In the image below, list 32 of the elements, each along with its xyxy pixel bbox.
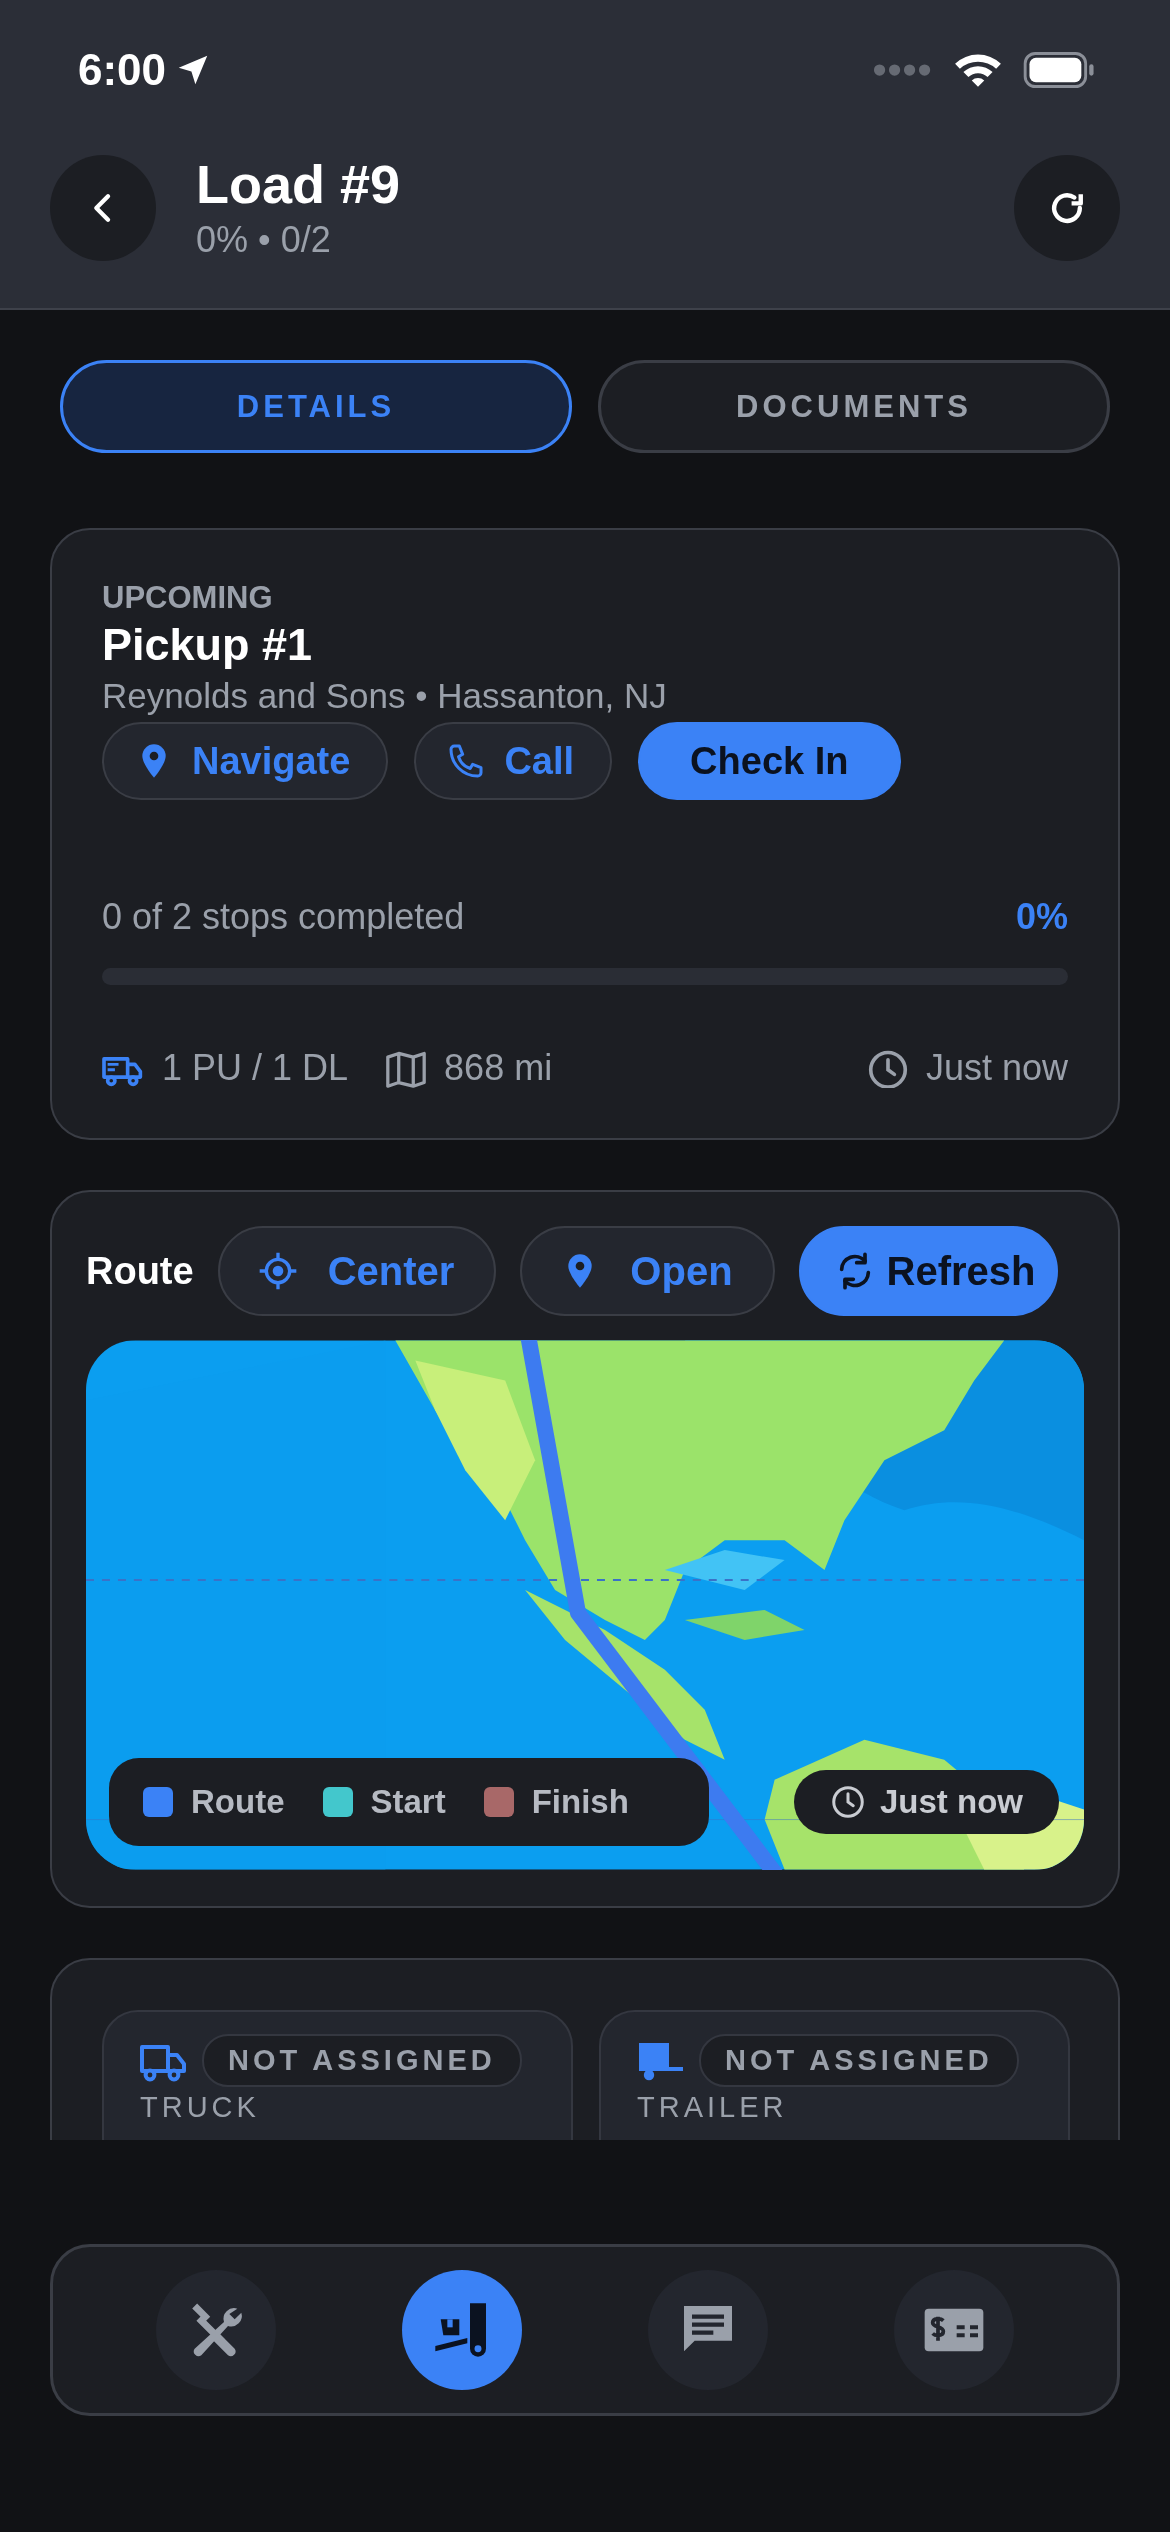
navigate-button[interactable]: Navigate [102,722,389,800]
signal-icon [873,63,933,77]
center-button[interactable]: Center [217,1226,497,1316]
legend-label: Start [370,1783,446,1821]
stat-text: Just now [925,1047,1068,1089]
load-title: Load #9 [196,153,402,216]
load-subtitle: 0% • 0/2 [196,218,332,262]
legend-label: Route [191,1783,285,1821]
open-button[interactable]: Open [520,1226,775,1316]
call-button[interactable]: Call [414,722,613,800]
status-badge: NOT ASSIGNED [699,2034,1019,2087]
equipment-label: TRAILER [637,2091,789,2124]
stop-title: Pickup #1 [102,618,314,672]
stop-status: UPCOMING [102,580,274,616]
progress-label: 0 of 2 stops completed [102,896,465,938]
battery-icon [1023,51,1095,89]
progress-percent: 0% [1015,896,1068,938]
equipment-label: TRUCK [140,2091,261,2124]
route-title: Route [86,1249,194,1293]
refresh-button[interactable]: Refresh [798,1226,1058,1316]
status-time: 6:00 [78,45,167,95]
status-badge: NOT ASSIGNED [202,2034,522,2087]
tab[interactable]: DOCUMENTS [598,360,1110,453]
stat-text: 1 PU / 1 DL [162,1047,349,1089]
updated-text: Just now [880,1783,1023,1821]
check-in-button[interactable]: Check In [638,722,901,800]
stat-text: 868 mi [444,1047,553,1089]
tab[interactable]: DETAILS [60,360,572,453]
crosshair-icon [257,1251,298,1291]
clock-icon [830,1784,866,1820]
legend-label: Finish [531,1783,629,1821]
stop-address: Reynolds and Sons • Hassanton, NJ [102,675,668,717]
